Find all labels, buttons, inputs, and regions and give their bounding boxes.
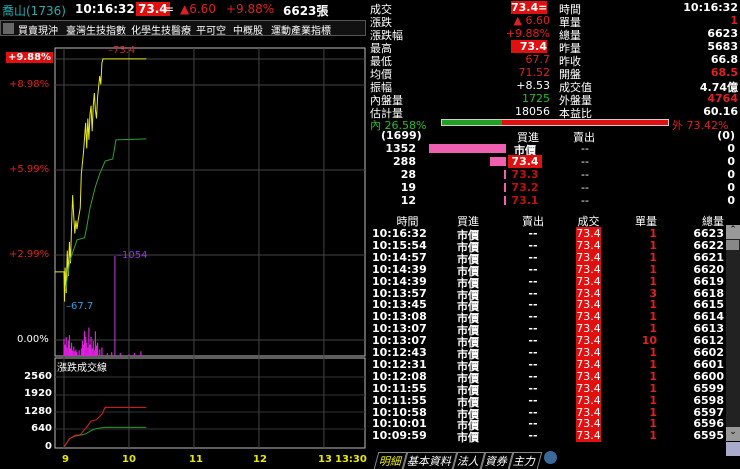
quote-value: 18056	[515, 105, 550, 118]
header-volume: 6623張	[283, 4, 329, 18]
bid-qty-bar	[489, 157, 506, 166]
quote-value: 6623	[707, 27, 738, 40]
header-pct: +9.88%	[226, 2, 275, 16]
bid-price[interactable]: 73.4	[508, 155, 542, 168]
order-book-row: 28 73.3 -- 0	[0, 168, 740, 181]
bid-qty: 28	[400, 168, 416, 181]
trade-time: 10:09:59	[372, 429, 427, 443]
x-label: 13:30	[335, 454, 367, 465]
trade-bid: 市價	[457, 431, 479, 445]
header-time: 10:16:32	[75, 2, 135, 16]
trade-total: 6595	[693, 429, 724, 443]
scroll-down-icon[interactable]: ⌄	[726, 427, 740, 441]
quote-value: 10:16:32	[683, 1, 738, 14]
y-label: +8.98%	[9, 79, 50, 90]
quote-value: 73.4=	[511, 1, 548, 14]
quote-value: 4764	[707, 92, 738, 105]
header-change: ▲6.60	[180, 2, 216, 16]
toolbar-item[interactable]: 中概股	[233, 22, 263, 37]
toolbar-item[interactable]: 臺灣生技指數	[66, 22, 126, 37]
toolbar-item[interactable]: 平可空	[196, 22, 226, 37]
scroll-up-icon[interactable]: ⌃	[726, 225, 740, 239]
scrollbar-thumb[interactable]	[726, 240, 739, 250]
bid-qty-bar	[429, 144, 506, 153]
tab-major[interactable]: 主力	[507, 452, 543, 469]
order-book-row: 1352 市價 -- 0	[0, 142, 740, 157]
x-label: 9	[62, 454, 69, 465]
quote-value: +9.88%	[505, 27, 550, 40]
trade-qty: 1	[649, 429, 657, 443]
ask-qty: 0	[727, 181, 735, 194]
bid-qty-bar	[504, 183, 506, 192]
quote-value: 1725	[522, 92, 550, 105]
inner-outer-bar	[441, 119, 669, 126]
high-label: –73.4	[108, 45, 136, 56]
order-book-row: 19 73.2 -- 0	[0, 181, 740, 194]
concept-toolbar: 買賣現沖 臺灣生技指數 化學生技醫療 平可空 中概股 運動產業指標	[0, 20, 366, 37]
order-book-row: 12 73.1 -- 0	[0, 194, 740, 207]
quote-value: ▲ 6.60	[513, 14, 550, 27]
ask-price[interactable]: --	[581, 194, 589, 207]
toolbar-item[interactable]: 買賣現沖	[18, 22, 58, 37]
chart-toggle-icon[interactable]	[726, 442, 740, 456]
bid-qty: 288	[393, 155, 416, 168]
x-label: 12	[253, 454, 267, 465]
sell-total: (0)	[717, 129, 735, 142]
bid-price[interactable]: 73.3	[508, 168, 542, 181]
bid-qty: 19	[400, 181, 416, 194]
ask-price[interactable]: --	[581, 155, 589, 168]
x-label: 13	[318, 454, 332, 465]
lower-y-label: 0	[45, 441, 52, 452]
bottom-tabs: 明細 基本資料 法人 資券 主力	[373, 452, 543, 469]
ask-qty: 0	[727, 194, 735, 207]
dropdown-icon[interactable]	[3, 23, 14, 34]
order-book-row: 288 73.4 -- 0	[0, 155, 740, 168]
quote-value: 1	[730, 14, 738, 27]
buy-total: (1699)	[381, 129, 422, 142]
quote-value: 73.4	[511, 40, 547, 53]
trade-price: 73.4	[576, 429, 601, 443]
trade-table-header: 時間 買進 賣出 成交 單量 總量	[0, 213, 740, 228]
quote-value: 67.7	[525, 53, 551, 66]
bid-qty-bar	[504, 170, 506, 179]
bid-qty: 1352	[385, 142, 416, 155]
ask-price[interactable]: --	[581, 181, 589, 194]
ask-price[interactable]: --	[581, 142, 589, 155]
x-label: 11	[189, 454, 203, 465]
y-label-limit-up: +9.88%	[6, 52, 54, 63]
ask-qty: 0	[727, 142, 735, 155]
tab-basic-info[interactable]: 基本資料	[401, 452, 459, 469]
inner-bar-fill	[442, 120, 503, 125]
toolbar-item[interactable]: 運動產業指標	[271, 22, 331, 37]
ask-price[interactable]: --	[581, 168, 589, 181]
quote-panel: 成交 73.4= 漲跌 ▲ 6.60 漲跌幅 +9.88% 最高 73.4 最低 67.7 均價 71…	[368, 0, 740, 122]
quote-value: 5683	[707, 40, 738, 53]
bid-price[interactable]: 73.2	[508, 181, 542, 194]
quote-value: 71.52	[518, 66, 551, 79]
ask-qty: 0	[727, 168, 735, 181]
scrollbar[interactable]: ⌃ ⌄	[726, 225, 740, 441]
x-label: 10	[122, 454, 136, 465]
ask-qty: 0	[727, 155, 735, 168]
quote-value: +8.53	[516, 79, 550, 92]
bid-qty: 12	[400, 194, 416, 207]
quote-value: 68.5	[710, 66, 738, 79]
trade-row: 10:09:59 市價 -- 73.4 1 6595	[0, 429, 740, 445]
header-flat-mark: =	[164, 2, 175, 16]
stock-name: 喬山(1736)	[2, 4, 66, 18]
toolbar-item[interactable]: 化學生技醫療	[131, 22, 191, 37]
bid-qty-bar	[504, 196, 506, 205]
bid-price[interactable]: 73.1	[508, 194, 542, 207]
refresh-icon[interactable]	[544, 451, 557, 464]
trade-ask: --	[528, 429, 538, 443]
quote-value: 66.8	[710, 53, 738, 66]
